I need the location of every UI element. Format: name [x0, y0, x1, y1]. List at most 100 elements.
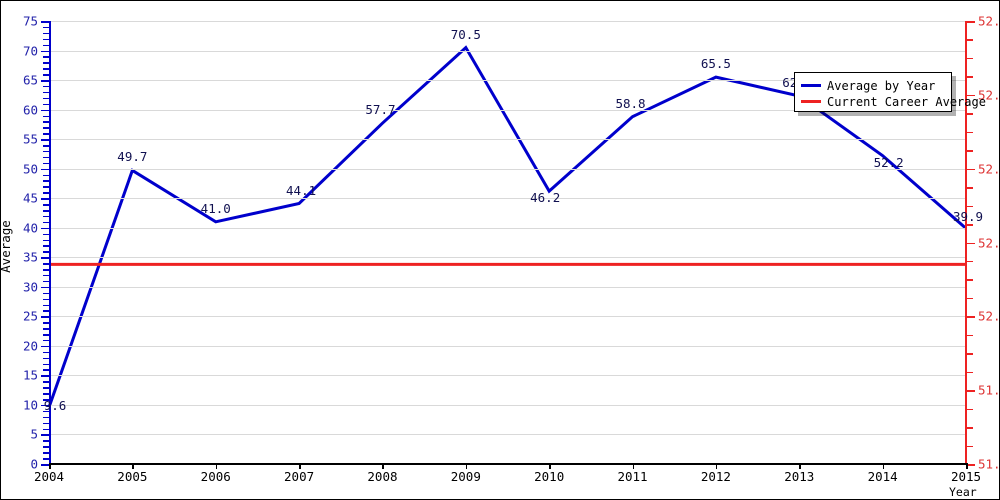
- left-axis-minor-tick: [43, 458, 49, 460]
- right-axis-minor-tick: [967, 353, 973, 355]
- right-axis-minor-tick: [967, 39, 973, 41]
- left-axis-minor-tick: [43, 446, 49, 448]
- left-axis-major-tick: [41, 139, 49, 141]
- chart-legend[interactable]: Average by Year Current Career Average: [794, 72, 986, 112]
- left-axis-tick-label: 20: [22, 338, 38, 354]
- left-axis-minor-tick: [43, 121, 49, 123]
- grid-line: [49, 139, 966, 141]
- data-point-label: 41.0: [200, 200, 231, 216]
- left-axis-minor-tick: [43, 26, 49, 29]
- left-axis-minor-tick: [43, 334, 49, 336]
- legend-color-swatch-blue-icon: [801, 84, 821, 87]
- bottom-axis-tick-label: 2005: [117, 469, 148, 484]
- left-axis-minor-tick: [43, 115, 49, 117]
- left-axis-minor-tick: [43, 322, 49, 324]
- right-axis-minor-tick: [967, 187, 973, 189]
- right-axis-tick-label: 52.8: [978, 13, 1000, 29]
- left-axis-minor-tick: [43, 174, 49, 177]
- left-axis-minor-tick: [43, 239, 49, 242]
- right-axis-minor-tick: [967, 260, 973, 263]
- left-axis-minor-tick: [43, 186, 49, 188]
- left-axis-minor-tick: [43, 357, 49, 360]
- right-axis-major-tick: [967, 168, 975, 171]
- left-axis-tick-label: 55: [22, 131, 38, 147]
- y-axis-title: Average: [0, 220, 13, 273]
- right-axis-minor-tick: [967, 150, 973, 152]
- legend-item-current-career-average[interactable]: Current Career Average: [801, 94, 986, 109]
- legend-color-swatch-red-icon: [801, 100, 821, 103]
- line-chart: 051015202530354045505560657075 51.651.85…: [0, 0, 1000, 500]
- left-axis-minor-tick: [43, 304, 49, 307]
- left-axis-minor-tick: [43, 452, 49, 454]
- data-point-label: 57.7: [365, 102, 396, 118]
- left-axis-tick-label: 25: [22, 308, 38, 324]
- grid-line: [49, 345, 966, 347]
- left-axis-minor-tick: [43, 56, 49, 58]
- left-axis-minor-tick: [43, 97, 49, 100]
- left-axis-minor-tick: [43, 150, 49, 153]
- left-axis-minor-tick: [43, 192, 49, 194]
- left-axis-minor-tick: [43, 339, 49, 342]
- right-axis-minor-tick: [967, 371, 973, 374]
- left-axis-tick-label: 45: [22, 190, 38, 206]
- right-axis-minor-tick: [967, 131, 973, 134]
- left-axis-major-tick: [41, 168, 49, 171]
- left-axis-minor-tick: [43, 162, 49, 165]
- left-axis-tick-label: 60: [22, 102, 38, 118]
- legend-item-average-by-year[interactable]: Average by Year: [801, 78, 945, 93]
- left-axis-minor-tick: [43, 369, 49, 371]
- grid-line: [49, 227, 966, 229]
- left-axis-minor-tick: [43, 351, 49, 354]
- right-axis-major-tick: [967, 242, 975, 244]
- right-axis-tick-label: 52.0: [978, 308, 1000, 324]
- legend-label-average-by-year: Average by Year: [827, 78, 936, 93]
- grid-line: [49, 404, 966, 406]
- grid-line: [49, 198, 966, 200]
- left-axis-minor-tick: [43, 210, 49, 212]
- right-axis-tick-label: 51.8: [978, 382, 1000, 398]
- left-axis-minor-tick: [43, 133, 49, 135]
- legend-label-current-career-average: Current Career Average: [827, 94, 986, 109]
- right-axis-major-tick: [967, 316, 975, 318]
- grid-line: [49, 286, 966, 288]
- bottom-axis-tick-label: 2011: [617, 469, 648, 484]
- left-axis-major-tick: [41, 286, 49, 289]
- left-axis-major-tick: [41, 375, 49, 377]
- bottom-axis-tick-label: 2012: [700, 469, 731, 484]
- left-axis-tick-label: 65: [22, 72, 38, 88]
- left-axis-minor-tick: [43, 245, 49, 247]
- left-axis-tick-label: 5: [30, 426, 38, 442]
- left-axis-tick-label: 10: [22, 397, 38, 413]
- left-axis-minor-tick: [43, 274, 49, 277]
- left-axis-minor-tick: [43, 85, 49, 88]
- left-axis-minor-tick: [43, 363, 49, 366]
- left-axis-minor-tick: [43, 269, 49, 271]
- left-axis-minor-tick: [43, 387, 49, 389]
- left-axis-minor-tick: [43, 440, 49, 442]
- bottom-axis-tick-label: 2004: [33, 469, 65, 484]
- left-axis-minor-tick: [43, 68, 49, 70]
- left-axis-major-tick: [41, 198, 49, 200]
- data-point-label: 70.5: [450, 26, 481, 42]
- data-point-label: 46.2: [530, 190, 561, 206]
- left-axis-major-tick: [41, 464, 49, 466]
- left-axis-minor-tick: [43, 280, 49, 283]
- bottom-axis-tick-label: 2014: [867, 469, 898, 484]
- left-axis-minor-tick: [43, 32, 49, 35]
- left-axis-minor-tick: [43, 103, 49, 106]
- data-point-label: 58.8: [615, 95, 646, 111]
- left-axis-minor-tick: [43, 422, 49, 425]
- left-axis-minor-tick: [43, 62, 49, 64]
- left-axis-major-tick: [41, 21, 49, 23]
- bottom-axis-tick-label: 2013: [784, 469, 815, 484]
- left-axis-tick-label: 30: [22, 279, 38, 295]
- right-axis-tick-label: 52.4: [978, 161, 1000, 177]
- right-axis-minor-tick: [967, 205, 973, 208]
- left-axis-minor-tick: [43, 204, 49, 206]
- left-axis-minor-tick: [43, 393, 49, 395]
- right-axis-major-tick: [967, 21, 975, 23]
- right-axis-major-tick: [967, 464, 975, 466]
- left-axis-major-tick: [41, 316, 49, 318]
- grid-line: [49, 168, 966, 170]
- data-point-label: 52.2: [873, 154, 904, 170]
